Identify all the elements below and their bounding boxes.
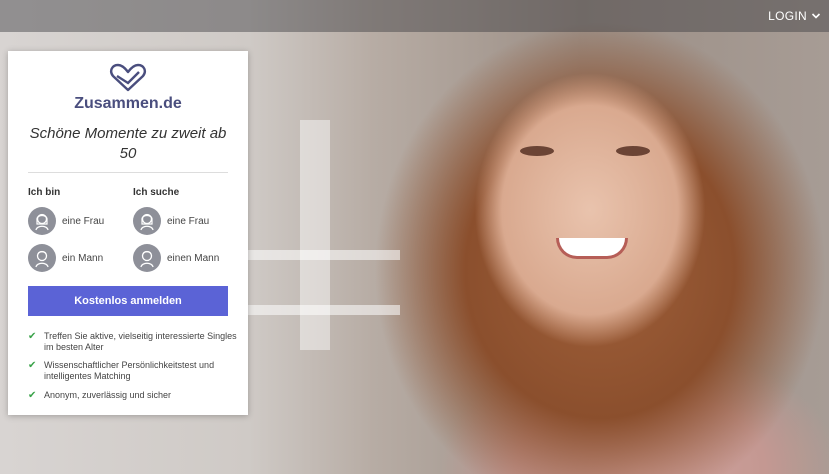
- background-post: [300, 120, 330, 350]
- option-label: eine Frau: [62, 215, 105, 227]
- woman-icon: [133, 207, 161, 235]
- feature-text: Treffen Sie aktive, vielseitig interessi…: [44, 331, 237, 352]
- heart-logo-icon: [110, 63, 146, 92]
- feature-item: ✔ Wissenschaftlicher Persönlichkeitstest…: [28, 360, 238, 382]
- photo-smile: [556, 238, 628, 259]
- photo-eye: [616, 146, 650, 156]
- feature-text: Anonym, zuverlässig und sicher: [44, 390, 172, 400]
- login-button[interactable]: LOGIN: [768, 0, 821, 32]
- feature-item: ✔ Anonym, zuverlässig und sicher: [28, 390, 238, 401]
- signup-card: Zusammen.de Schöne Momente zu zweit ab 5…: [8, 51, 248, 415]
- i-am-woman-option[interactable]: eine Frau: [28, 207, 104, 235]
- option-label: eine Frau: [167, 215, 210, 227]
- photo-eye: [520, 146, 554, 156]
- check-icon: ✔: [28, 390, 37, 401]
- looking-for-heading: Ich suche: [133, 187, 180, 198]
- feature-text: Wissenschaftlicher Persönlichkeitstest u…: [44, 360, 215, 381]
- background-rail: [240, 305, 400, 315]
- option-label: ein Mann: [62, 252, 104, 264]
- man-icon: [133, 244, 161, 272]
- register-free-button[interactable]: Kostenlos anmelden: [28, 286, 228, 316]
- brand-name: Zusammen.de: [74, 95, 182, 112]
- woman-icon: [28, 207, 56, 235]
- divider: [28, 172, 228, 173]
- tagline: Schöne Momente zu zweit ab 50: [29, 125, 227, 162]
- i-am-man-option[interactable]: ein Mann: [28, 244, 103, 272]
- option-label: einen Mann: [167, 252, 220, 264]
- top-bar: LOGIN: [0, 0, 829, 32]
- chevron-down-icon: [811, 13, 821, 19]
- check-icon: ✔: [28, 331, 37, 342]
- feature-item: ✔ Treffen Sie aktive, vielseitig interes…: [28, 331, 238, 353]
- login-label: LOGIN: [768, 9, 807, 23]
- check-icon: ✔: [28, 360, 37, 371]
- looking-for-man-option[interactable]: einen Mann: [133, 244, 219, 272]
- man-icon: [28, 244, 56, 272]
- background-rail: [240, 250, 400, 260]
- looking-for-woman-option[interactable]: eine Frau: [133, 207, 209, 235]
- i-am-heading: Ich bin: [28, 187, 61, 198]
